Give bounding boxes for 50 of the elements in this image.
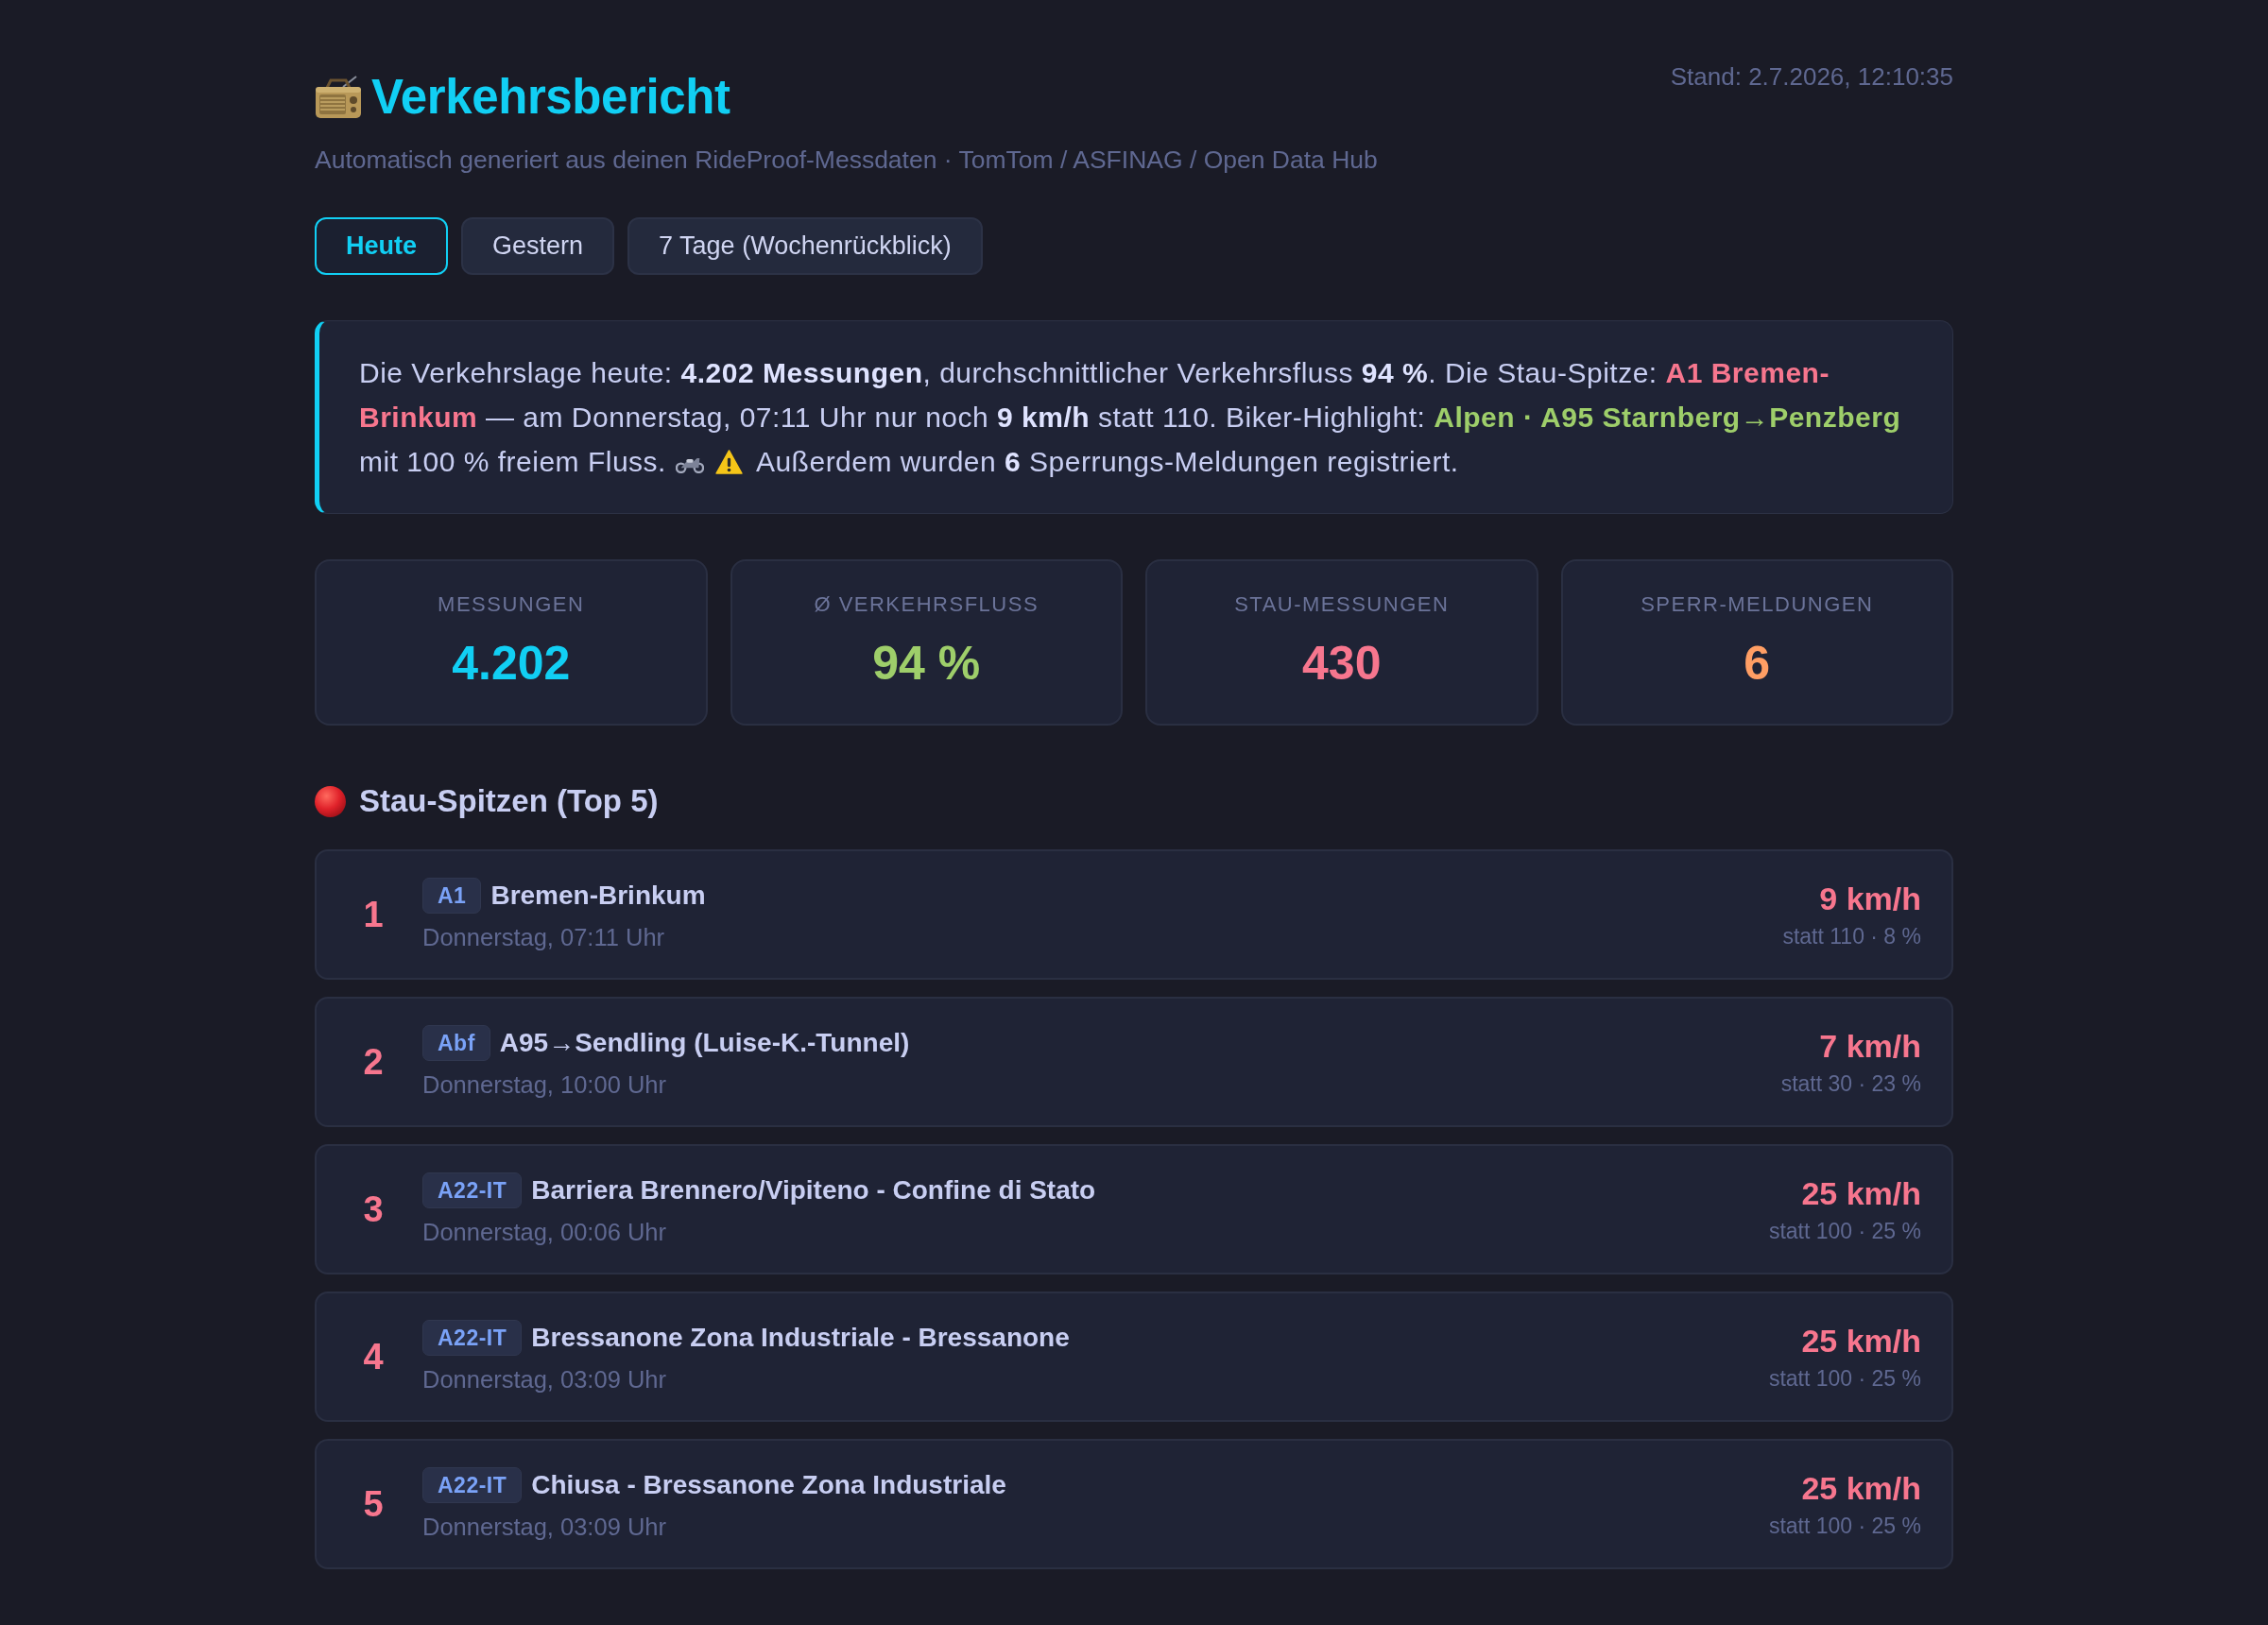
- rank-number: 5: [362, 1483, 385, 1525]
- speed-value: 9 km/h: [1819, 880, 1921, 917]
- speed-detail: statt 100 · 25 %: [1768, 1365, 1921, 1392]
- jam-time: Donnerstag, 10:00 Uhr: [422, 1070, 666, 1100]
- period-tab[interactable]: 7 Tage (Wochenrückblick): [627, 217, 983, 275]
- section-title: Stau-Spitzen (Top 5): [359, 782, 659, 820]
- speed-value: 25 km/h: [1801, 1174, 1921, 1212]
- location-name: Chiusa - Bressanone Zona Industriale: [531, 1469, 1006, 1501]
- speed-detail: statt 100 · 25 %: [1768, 1513, 1921, 1539]
- motorcycle-icon: [675, 455, 704, 473]
- location-name: Bressanone Zona Industriale - Bressanone: [531, 1322, 1070, 1354]
- stat-value: 4.202: [452, 637, 571, 690]
- stat-label: SPERR-MELDUNGEN: [1641, 591, 1874, 618]
- warning-icon: [714, 450, 743, 474]
- rank-number: 4: [362, 1336, 385, 1377]
- road-tag: A22-IT: [422, 1320, 523, 1356]
- stat-label: MESSUNGEN: [438, 591, 585, 618]
- road-tag: A22-IT: [422, 1172, 523, 1208]
- road-tag: A22-IT: [422, 1467, 523, 1503]
- period-tab[interactable]: Gestern: [461, 217, 615, 275]
- jam-time: Donnerstag, 07:11 Uhr: [422, 923, 665, 952]
- speed-value: 25 km/h: [1801, 1322, 1921, 1360]
- page-title: Verkehrsbericht: [371, 69, 730, 126]
- jam-time: Donnerstag, 03:09 Uhr: [422, 1365, 666, 1394]
- stat-value: 430: [1302, 637, 1382, 690]
- radio-icon: [315, 76, 362, 119]
- road-tag: Abf: [422, 1025, 490, 1061]
- stat-label: Ø VERKEHRSFLUSS: [814, 591, 1040, 618]
- jam-time: Donnerstag, 00:06 Uhr: [422, 1218, 666, 1247]
- speed-detail: statt 30 · 23 %: [1780, 1070, 1921, 1097]
- location-name: Barriera Brennero/Vipiteno - Confine di Stato: [531, 1174, 1096, 1206]
- speed-value: 25 km/h: [1801, 1469, 1921, 1507]
- stat-value: 6: [1744, 637, 1771, 690]
- speed-detail: statt 100 · 25 %: [1768, 1218, 1921, 1244]
- rank-number: 2: [362, 1041, 385, 1083]
- stat-label: STAU-MESSUNGEN: [1234, 591, 1450, 618]
- summary-text: Die Verkehrslage heute: 4.202 Messungen, durchschnittlicher Verkehrsfluss 94 %. Die Stau-Spitze: A1 Bremen-Brinkum — am Donnerstag, 07:11 Uhr nur noch 9 km/h statt 110. Biker-Highlight: Alpen · A95 Starnberg→Penzberg mit 100 % freiem Fluss. Außerdem wurden 6 Sperrungs-Meldungen registriert.: [359, 356, 1902, 479]
- rank-number: 3: [362, 1189, 385, 1230]
- page-subtitle: Automatisch generiert aus deinen RideProof-Messdaten · TomTom / ASFINAG / Open Data Hub: [315, 145, 1379, 175]
- timestamp: Stand: 2.7.2026, 12:10:35: [1670, 62, 1953, 91]
- location-name: A95→Sendling (Luise-K.-Tunnel): [499, 1027, 910, 1059]
- speed-value: 7 km/h: [1819, 1027, 1921, 1065]
- period-tab[interactable]: Heute: [315, 217, 448, 275]
- dot-icon: [315, 785, 346, 817]
- road-tag: A1: [422, 878, 482, 914]
- rank-number: 1: [362, 894, 385, 935]
- stat-value: 94 %: [872, 637, 981, 690]
- speed-detail: statt 110 · 8 %: [1782, 923, 1921, 949]
- location-name: Bremen-Brinkum: [490, 880, 706, 912]
- jam-time: Donnerstag, 03:09 Uhr: [422, 1513, 666, 1542]
